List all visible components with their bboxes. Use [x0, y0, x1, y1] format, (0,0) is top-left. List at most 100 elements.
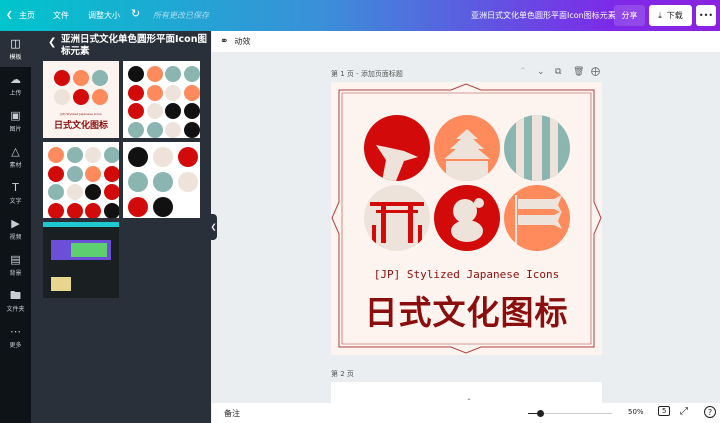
expand-pages-icon[interactable]: ⌃ [455, 398, 483, 405]
thumb-image [51, 277, 71, 291]
animate-icon[interactable]: ⚭ [220, 36, 228, 47]
thumb-circle [165, 66, 181, 82]
rail-item-upload[interactable]: ☁ 上传 [0, 67, 31, 103]
thumb-circle [92, 70, 108, 86]
fullscreen-icon[interactable]: ⤢ [680, 406, 688, 417]
move-up-icon[interactable]: ⌃ [519, 67, 527, 77]
rail-item-video[interactable]: ▶ 视频 [0, 211, 31, 247]
thumb-circle [153, 147, 173, 167]
zoom-level[interactable]: 50% [628, 408, 644, 416]
rail-item-templates[interactable]: ◫ 模板 [0, 31, 31, 67]
rail-label: 文字 [9, 197, 22, 205]
thumb-circle [128, 172, 148, 192]
thumb-subtitle: [JP] Stylized Japanese Icons [60, 112, 102, 116]
koinobori-icon[interactable] [504, 185, 570, 251]
template-thumb-4[interactable] [123, 142, 200, 218]
thumb-circle [153, 197, 173, 217]
template-thumb-1[interactable]: [JP] Stylized Japanese Icons 日式文化图标 [43, 61, 119, 138]
castle-icon[interactable] [434, 115, 500, 181]
download-button[interactable]: ⤓ 下载 [649, 5, 692, 26]
rail-label: 背景 [9, 269, 22, 277]
thumb-circle [128, 66, 144, 82]
thumb-circle [146, 66, 163, 82]
move-down-icon[interactable]: ⌄ [537, 67, 545, 77]
download-label: 下载 [666, 11, 683, 20]
thumb-circle [178, 172, 198, 192]
thumb-circle [128, 197, 148, 217]
template-thumb-3[interactable] [43, 142, 119, 218]
rail-item-text[interactable]: T 文字 [0, 175, 31, 211]
duplicate-icon[interactable]: ⧉ [555, 67, 561, 77]
thumb-circle [103, 184, 119, 200]
thumb-circle [146, 103, 163, 119]
zoom-slider[interactable] [528, 410, 612, 417]
image-icon: ▣ [10, 108, 21, 122]
more-button[interactable]: ••• [696, 5, 716, 26]
thumb-circle [178, 147, 198, 167]
document-title[interactable]: 亚洲日式文化单色圆形平面Icon图标元素 [471, 10, 616, 21]
text-icon: T [12, 180, 19, 194]
background-icon: ▤ [10, 252, 21, 266]
rail-label: 素材 [9, 161, 22, 169]
thumb-circle [85, 147, 101, 163]
thumb-header-bar [43, 222, 119, 227]
thumb-circle [103, 202, 119, 218]
thumb-circle [48, 184, 64, 200]
deer-icon[interactable] [364, 115, 430, 181]
delete-icon[interactable]: 🗑 [573, 67, 584, 77]
back-icon[interactable]: ❮ [6, 10, 13, 19]
bottom-bar: 备注 50% 5 ⤢ ? [212, 403, 720, 423]
thumb-circle [128, 84, 144, 101]
thumb-circle [183, 84, 200, 101]
folder-icon: 🖿 [10, 288, 21, 302]
thumb-circle [165, 84, 181, 101]
rail-label: 文件夹 [6, 305, 25, 313]
file-menu[interactable]: 文件 [53, 10, 69, 21]
animate-button[interactable]: 动效 [234, 36, 250, 47]
rail-item-photos[interactable]: ▣ 图片 [0, 103, 31, 139]
thumb-circle [48, 202, 64, 218]
thumb-circle [66, 165, 83, 182]
home-link[interactable]: 主页 [19, 10, 35, 21]
bamboo-icon[interactable] [504, 115, 570, 181]
thumb-circle [128, 147, 148, 167]
page-count-button[interactable]: 5 [658, 406, 671, 416]
template-thumb-5[interactable] [43, 222, 119, 298]
rail-item-folder[interactable]: 🖿 文件夹 [0, 283, 31, 319]
share-button[interactable]: 分享 [614, 5, 645, 26]
zoom-slider-thumb[interactable] [537, 410, 544, 417]
undo-icon[interactable]: ↻ [131, 7, 140, 20]
page-title[interactable]: 日式文化图标 [331, 286, 602, 334]
elements-icon: △ [11, 144, 20, 158]
thumb-circle [92, 89, 108, 105]
template-thumb-2[interactable] [123, 61, 200, 138]
help-button[interactable]: ? [704, 406, 716, 418]
rail-label: 图片 [9, 125, 22, 133]
top-bar: ❮ 主页 文件 调整大小 ↻ 所有更改已保存 亚洲日式文化单色圆形平面Icon图… [0, 0, 720, 31]
rail-item-more[interactable]: ⋯ 更多 [0, 319, 31, 355]
templates-panel: ❮ 亚洲日式文化单色圆形平面Icon图标元素 [JP] Stylized Jap… [31, 31, 211, 423]
thumb-circle [153, 172, 173, 192]
template-icon: ◫ [10, 36, 21, 50]
collapse-panel-handle[interactable]: ❮ [210, 214, 217, 240]
thumb-circle [146, 84, 163, 101]
thumb-circle [54, 70, 70, 86]
more-icon: ⋯ [10, 324, 21, 338]
torii-gate-icon[interactable] [364, 185, 430, 251]
page-1-label[interactable]: 第 1 页 - 添加页面标题 [331, 69, 403, 79]
thumb-screenshot [51, 240, 111, 260]
page-subtitle[interactable]: [JP] Stylized Japanese Icons [331, 268, 602, 281]
thumb-circle [48, 147, 64, 163]
thumb-circle [48, 165, 64, 182]
rail-item-background[interactable]: ▤ 背景 [0, 247, 31, 283]
notes-button[interactable]: 备注 [224, 408, 240, 419]
panel-title: 亚洲日式文化单色圆形平面Icon图标元素 [61, 34, 207, 57]
thumb-circle [165, 103, 181, 119]
lucky-cat-icon[interactable] [434, 185, 500, 251]
add-page-icon[interactable]: ⨁ [591, 67, 600, 77]
page-2-label[interactable]: 第 2 页 [331, 369, 354, 379]
panel-back-icon[interactable]: ❮ [48, 37, 56, 48]
rail-item-elements[interactable]: △ 素材 [0, 139, 31, 175]
resize-menu[interactable]: 调整大小 [88, 10, 120, 21]
page-1-canvas[interactable]: [JP] Stylized Japanese Icons 日式文化图标 [331, 82, 602, 355]
